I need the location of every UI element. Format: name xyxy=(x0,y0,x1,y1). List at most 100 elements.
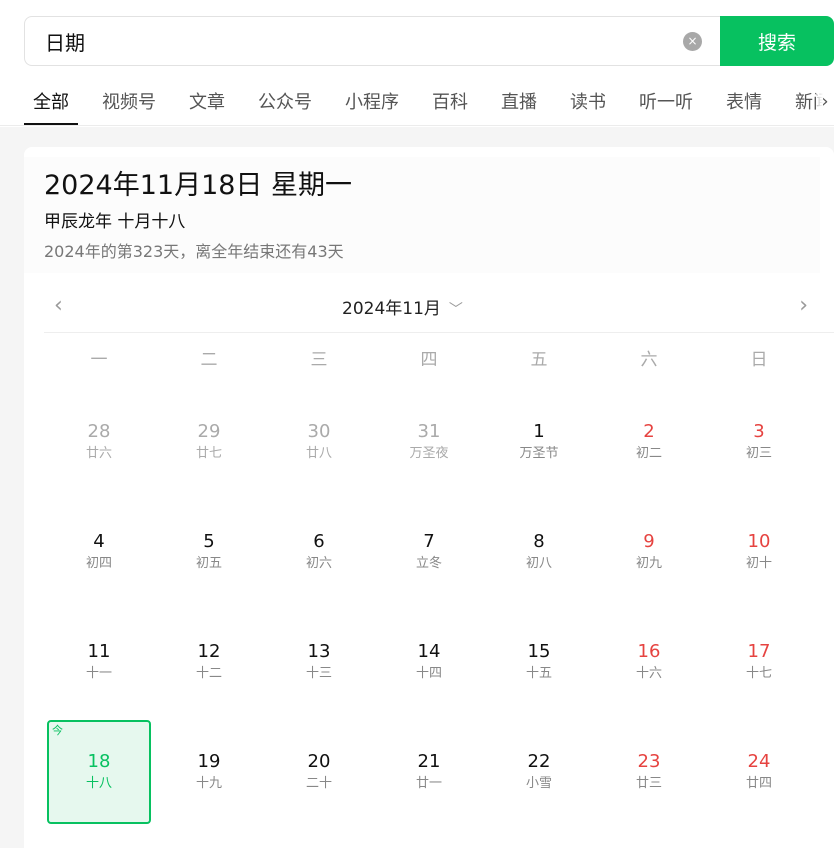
calendar-day[interactable]: 1 万圣节 xyxy=(484,387,594,497)
search-box: × xyxy=(24,16,720,66)
tab-stickers[interactable]: 表情 xyxy=(717,78,771,125)
day-number: 1 xyxy=(533,421,545,442)
calendar-day[interactable]: 17 十七 xyxy=(704,607,814,717)
lunar-day-label: 廿八 xyxy=(305,446,332,461)
calendar-day[interactable]: 15 十五 xyxy=(484,607,594,717)
search-input[interactable] xyxy=(45,29,683,53)
weekday-label: 四 xyxy=(420,350,438,370)
weekday-label: 五 xyxy=(530,350,548,370)
day-number: 28 xyxy=(87,421,111,442)
calendar-day[interactable]: 31 万圣夜 xyxy=(374,387,484,497)
calendar-day[interactable]: 3 初三 xyxy=(704,387,814,497)
weekday-label: 日 xyxy=(750,350,768,370)
lunar-day-label: 初六 xyxy=(305,556,332,571)
lunar-day-label: 初二 xyxy=(635,446,662,461)
tab-articles[interactable]: 文章 xyxy=(180,78,234,125)
lunar-date: 甲辰龙年 十月十八 xyxy=(44,212,186,232)
calendar-day[interactable]: 14 十四 xyxy=(374,607,484,717)
day-number: 22 xyxy=(527,751,551,772)
calendar-day-today[interactable]: 今 18 十八 xyxy=(47,720,151,824)
calendar-day[interactable]: 7 立冬 xyxy=(374,497,484,607)
lunar-day-label: 十七 xyxy=(745,666,772,681)
day-number: 4 xyxy=(93,531,105,552)
lunar-day-label: 二十 xyxy=(305,776,332,791)
lunar-day-label: 十六 xyxy=(635,666,662,681)
calendar-day[interactable]: 2 初二 xyxy=(594,387,704,497)
tab-live[interactable]: 直播 xyxy=(492,78,546,125)
calendar-day[interactable]: 10 初十 xyxy=(704,497,814,607)
clear-icon[interactable]: × xyxy=(683,31,702,51)
calendar-day[interactable]: 22 小雪 xyxy=(484,717,594,827)
lunar-day-label: 廿四 xyxy=(745,776,772,791)
lunar-day-label: 十三 xyxy=(305,666,332,681)
lunar-day-label: 十二 xyxy=(195,666,222,681)
calendar-day[interactable]: 6 初六 xyxy=(264,497,374,607)
lunar-day-label: 十九 xyxy=(195,776,222,791)
category-tabs: 全部 视频号 文章 公众号 小程序 百科 直播 读书 听一听 表情 新闻 › xyxy=(0,78,834,126)
calendar-day[interactable]: 11 十一 xyxy=(44,607,154,717)
lunar-day-label: 小雪 xyxy=(525,776,552,791)
calendar-day[interactable]: 4 初四 xyxy=(44,497,154,607)
lunar-day-label: 万圣夜 xyxy=(409,446,449,461)
search-button[interactable]: 搜索 xyxy=(720,16,834,66)
weekday-label: 二 xyxy=(200,350,218,370)
chevron-down-icon: ﹀ xyxy=(448,302,463,318)
lunar-day-label: 初八 xyxy=(525,556,552,571)
tab-official-accounts[interactable]: 公众号 xyxy=(249,78,321,125)
chevron-right-icon[interactable]: › xyxy=(816,78,834,125)
calendar-day[interactable]: 28 廿六 xyxy=(44,387,154,497)
calendar-card: 2024年11月18日 星期一 甲辰龙年 十月十八 2024年的第323天，离全… xyxy=(24,147,834,848)
day-number: 2 xyxy=(643,421,655,442)
tab-all[interactable]: 全部 xyxy=(24,78,78,125)
weekday-label: 一 xyxy=(90,350,108,370)
tab-books[interactable]: 读书 xyxy=(561,78,615,125)
day-number: 19 xyxy=(197,751,221,772)
day-number: 20 xyxy=(307,751,331,772)
month-bar: ‹ 2024年11月 ﹀ › xyxy=(44,285,834,333)
chevron-right-icon[interactable]: › xyxy=(799,293,808,318)
day-number: 23 xyxy=(637,751,661,772)
day-number: 21 xyxy=(417,751,441,772)
lunar-day-label: 初十 xyxy=(745,556,772,571)
day-number: 6 xyxy=(313,531,325,552)
day-number: 11 xyxy=(87,641,111,662)
calendar-day[interactable]: 12 十二 xyxy=(154,607,264,717)
tab-channels[interactable]: 视频号 xyxy=(93,78,165,125)
tab-mini-programs[interactable]: 小程序 xyxy=(336,78,408,125)
chevron-left-icon[interactable]: ‹ xyxy=(54,293,63,318)
calendar-day[interactable]: 21 廿一 xyxy=(374,717,484,827)
calendar-day[interactable]: 24 廿四 xyxy=(704,717,814,827)
day-number: 16 xyxy=(637,641,661,662)
day-number: 29 xyxy=(197,421,221,442)
lunar-day-label: 立冬 xyxy=(415,556,442,571)
weekday-label: 三 xyxy=(310,350,328,370)
calendar-day[interactable]: 30 廿八 xyxy=(264,387,374,497)
calendar-day[interactable]: 19 十九 xyxy=(154,717,264,827)
lunar-day-label: 十一 xyxy=(85,666,112,681)
day-count: 2024年的第323天，离全年结束还有43天 xyxy=(44,242,344,261)
weekday-header: 一 二 三 四 五 六 日 xyxy=(44,342,814,382)
calendar-day[interactable]: 20 二十 xyxy=(264,717,374,827)
calendar-day[interactable]: 29 廿七 xyxy=(154,387,264,497)
date-info: 2024年11月18日 星期一 甲辰龙年 十月十八 2024年的第323天，离全… xyxy=(24,157,820,273)
calendar-day[interactable]: 9 初九 xyxy=(594,497,704,607)
day-number: 24 xyxy=(747,751,771,772)
month-picker[interactable]: 2024年11月 ﹀ xyxy=(342,294,463,319)
day-number: 5 xyxy=(203,531,215,552)
lunar-day-label: 初五 xyxy=(195,556,222,571)
lunar-day-label: 廿一 xyxy=(415,776,442,791)
calendar-day[interactable]: 5 初五 xyxy=(154,497,264,607)
calendar-day[interactable]: 8 初八 xyxy=(484,497,594,607)
lunar-day-label: 廿七 xyxy=(195,446,222,461)
calendar-day[interactable]: 13 十三 xyxy=(264,607,374,717)
lunar-day-label: 初三 xyxy=(745,446,772,461)
day-number: 12 xyxy=(197,641,221,662)
tab-listen[interactable]: 听一听 xyxy=(630,78,702,125)
calendar-day[interactable]: 16 十六 xyxy=(594,607,704,717)
date-title: 2024年11月18日 星期一 xyxy=(44,170,353,201)
day-number: 31 xyxy=(417,421,441,442)
tab-baike[interactable]: 百科 xyxy=(423,78,477,125)
lunar-day-label: 十五 xyxy=(525,666,552,681)
calendar-day[interactable]: 23 廿三 xyxy=(594,717,704,827)
lunar-day-label: 廿三 xyxy=(635,776,662,791)
